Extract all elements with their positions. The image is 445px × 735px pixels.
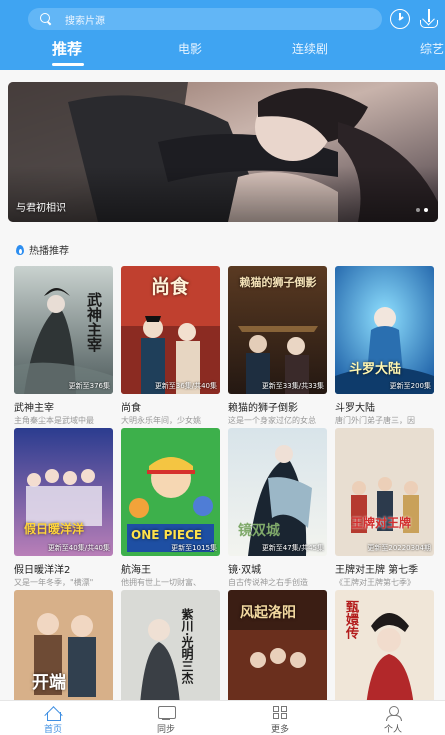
carousel-indicator — [416, 208, 428, 212]
card-description: 他拥有世上一切财富、 — [121, 578, 201, 587]
home-icon — [44, 706, 62, 721]
tab-recommend[interactable]: 推荐 — [52, 38, 82, 59]
card-description: 这是一个身家过亿的女总 — [228, 416, 316, 425]
poster-image: 王牌对王牌 更新至20220304期 — [335, 428, 434, 556]
tab-series[interactable]: 连续剧 — [292, 40, 328, 57]
poster-title-text: 镜双城 — [238, 523, 280, 539]
carousel-dot-active[interactable] — [424, 208, 428, 212]
video-card[interactable]: 假日暖洋洋 更新至40集/共40集 假日暖洋洋2 又是一年冬季，"横漂" — [14, 428, 113, 588]
poster-title-text: 假日暖洋洋 — [24, 522, 85, 536]
section-title: 热播推荐 — [29, 246, 69, 257]
poster-title-text: 武神主宰 — [85, 292, 103, 352]
poster-image: 镜双城 更新至47集/共45集 — [228, 428, 327, 556]
poster-image: 紫川·光明三杰 — [121, 590, 220, 718]
sync-icon — [157, 706, 176, 720]
episode-badge: 更新至376集 — [68, 382, 110, 390]
section-header: 热播推荐 — [15, 242, 69, 257]
poster-image: 开端 — [14, 590, 113, 718]
poster-title-text: ONE PIECE — [131, 528, 203, 542]
episode-badge: 更新至20220304期 — [367, 544, 431, 552]
video-card[interactable]: 武神主宰 更新至376集 武神主宰 主角秦尘本是武域中最 — [14, 266, 113, 426]
poster-image: 风起洛阳 — [228, 590, 327, 718]
card-description: 自古传说神之右手创造 — [228, 578, 308, 587]
banner-caption: 与君初相识 — [16, 203, 66, 214]
carousel-dot[interactable] — [416, 208, 420, 212]
user-icon — [384, 706, 402, 721]
poster-image: ONE PIECE 更新至1015集 — [121, 428, 220, 556]
poster-title-text: 赖猫的狮子倒影 — [239, 276, 317, 289]
poster-title-text: 风起洛阳 — [240, 605, 296, 621]
episode-badge: 更新至47集/共45集 — [261, 544, 324, 552]
poster-image: 赖猫的狮子倒影 更新至33集/共33集 — [228, 266, 327, 394]
episode-badge: 更新至36集/共40集 — [154, 382, 217, 390]
poster-title-text: 紫川·光明三杰 — [180, 608, 194, 685]
poster-title-text: 王牌对王牌 — [351, 516, 412, 530]
card-title: 王牌对王牌 第七季 — [335, 565, 419, 576]
poster-image: 假日暖洋洋 更新至40集/共40集 — [14, 428, 113, 556]
poster-title-text: 甄嬛传 — [343, 600, 358, 639]
card-description: 《王牌对王牌第七季》 — [335, 578, 415, 587]
top-header: 搜索片源 推荐 电影 连续剧 综艺 — [0, 0, 445, 70]
category-tabs: 推荐 电影 连续剧 综艺 — [0, 38, 445, 70]
episode-badge: 更新至40集/共40集 — [47, 544, 110, 552]
tab-movie[interactable]: 电影 — [178, 40, 202, 57]
search-placeholder: 搜索片源 — [65, 15, 105, 27]
video-card[interactable]: 开端 — [14, 590, 113, 718]
video-card[interactable]: 紫川·光明三杰 — [121, 590, 220, 718]
more-icon — [271, 706, 289, 720]
card-description: 唐门外门弟子唐三，因 — [335, 416, 415, 425]
fire-icon — [15, 244, 25, 256]
card-description: 又是一年冬季，"横漂" — [14, 578, 94, 587]
bottom-navigation: 首页 同步 更多 个人 — [0, 700, 445, 735]
video-card[interactable]: 甄嬛传 — [335, 590, 434, 718]
video-card[interactable]: 镜双城 更新至47集/共45集 镜·双城 自古传说神之右手创造 — [228, 428, 327, 588]
card-title: 赖猫的狮子倒影 — [228, 403, 298, 414]
search-bar[interactable]: 搜索片源 — [28, 8, 382, 30]
video-card[interactable]: 风起洛阳 — [228, 590, 327, 718]
poster-image: 武神主宰 更新至376集 — [14, 266, 113, 394]
card-title: 航海王 — [121, 565, 151, 576]
episode-badge: 更新至200集 — [389, 382, 431, 390]
download-icon[interactable] — [419, 9, 439, 29]
card-description: 大明永乐年间，少女姚 — [121, 416, 201, 425]
poster-image: 斗罗大陆 更新至200集 — [335, 266, 434, 394]
nav-label: 同步 — [156, 725, 175, 735]
card-title: 武神主宰 — [14, 403, 54, 414]
card-title: 镜·双城 — [228, 565, 262, 576]
video-card[interactable]: 斗罗大陆 更新至200集 斗罗大陆 唐门外门弟子唐三，因 — [335, 266, 434, 426]
active-tab-indicator — [52, 63, 84, 66]
nav-profile[interactable]: 个人 — [368, 706, 418, 735]
card-description: 主角秦尘本是武域中最 — [14, 416, 94, 425]
poster-title-text: 斗罗大陆 — [349, 362, 402, 377]
episode-badge: 更新至33集/共33集 — [261, 382, 324, 390]
poster-title-text: 开端 — [32, 673, 66, 693]
tab-variety[interactable]: 综艺 — [420, 40, 444, 57]
video-card[interactable]: 赖猫的狮子倒影 更新至33集/共33集 赖猫的狮子倒影 这是一个身家过亿的女总 — [228, 266, 327, 426]
banner-image — [8, 82, 438, 222]
episode-badge: 更新至1015集 — [171, 544, 217, 552]
app-screen: 搜索片源 推荐 电影 连续剧 综艺 与君初相识 热播推荐 武神主宰 更新至376… — [0, 0, 445, 735]
nav-sync[interactable]: 同步 — [141, 706, 191, 735]
card-title: 假日暖洋洋2 — [14, 565, 71, 576]
poster-image: 甄嬛传 — [335, 590, 434, 718]
featured-banner[interactable]: 与君初相识 — [8, 82, 438, 222]
nav-more[interactable]: 更多 — [255, 706, 305, 735]
nav-home[interactable]: 首页 — [28, 706, 78, 735]
poster-title-text: 尚食 — [151, 276, 190, 298]
nav-label: 个人 — [383, 725, 402, 735]
nav-label: 更多 — [270, 725, 289, 735]
video-card[interactable]: 尚食 更新至36集/共40集 尚食 大明永乐年间，少女姚 — [121, 266, 220, 426]
search-icon — [40, 13, 52, 25]
video-card[interactable]: 王牌对王牌 更新至20220304期 王牌对王牌 第七季 《王牌对王牌第七季》 — [335, 428, 434, 588]
card-title: 斗罗大陆 — [335, 403, 375, 414]
history-clock-icon[interactable] — [390, 9, 410, 29]
video-card[interactable]: ONE PIECE 更新至1015集 航海王 他拥有世上一切财富、 — [121, 428, 220, 588]
poster-image: 尚食 更新至36集/共40集 — [121, 266, 220, 394]
card-title: 尚食 — [121, 403, 141, 414]
